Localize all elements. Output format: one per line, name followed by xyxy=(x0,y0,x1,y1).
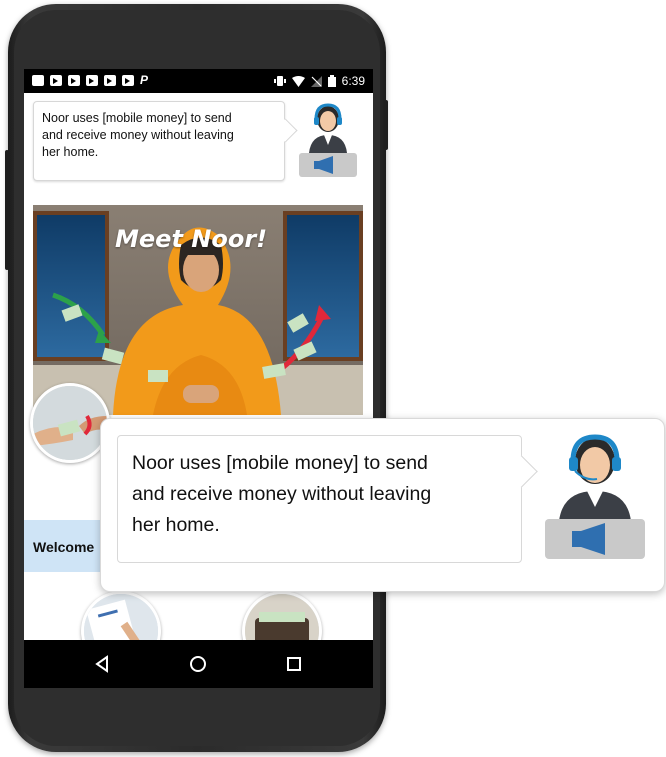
agent-avatar-small[interactable] xyxy=(297,101,359,181)
notification-icons: P xyxy=(32,73,149,87)
status-time: 6:39 xyxy=(341,74,365,88)
hands-money-icon xyxy=(33,386,107,460)
message-bubble-small: Noor uses [mobile money] to send and rec… xyxy=(33,101,285,181)
home-button[interactable] xyxy=(186,652,210,676)
volume-button xyxy=(5,150,9,270)
home-icon xyxy=(190,656,206,672)
callout-line-3: her home. xyxy=(132,514,220,536)
paypal-icon: P xyxy=(140,73,149,87)
recents-icon xyxy=(287,657,301,671)
recents-button[interactable] xyxy=(282,652,306,676)
welcome-text: Welcome xyxy=(33,539,95,555)
small-line-2: and receive money without leaving xyxy=(42,128,234,142)
tv-icon xyxy=(50,75,62,86)
small-line-3: her home. xyxy=(42,145,99,159)
callout-line-1: Noor uses [mobile money] to send xyxy=(132,452,428,474)
back-icon xyxy=(95,655,108,673)
back-button[interactable] xyxy=(90,652,114,676)
message-callout-zoom: Noor uses [mobile money] to send and rec… xyxy=(100,418,665,592)
image-icon xyxy=(32,75,44,86)
hero-title: Meet Noor! xyxy=(115,225,268,253)
phone-screen: P 6:39 Noor uses [mobile money] to send … xyxy=(24,69,373,688)
power-button xyxy=(384,100,388,150)
battery-icon xyxy=(327,75,336,87)
tv-icon xyxy=(68,75,80,86)
message-bubble-large: Noor uses [mobile money] to send and rec… xyxy=(117,435,522,563)
vibrate-icon xyxy=(273,76,286,86)
money-transfer-thumbnail[interactable] xyxy=(30,383,110,463)
callout-line-2: and receive money without leaving xyxy=(132,483,432,505)
agent-avatar-large[interactable] xyxy=(539,429,651,561)
tv-icon xyxy=(86,75,98,86)
no-sim-icon xyxy=(310,75,322,87)
system-icons: 6:39 xyxy=(273,74,365,88)
tv-icon xyxy=(104,75,116,86)
small-line-1: Noor uses [mobile money] to send xyxy=(42,111,232,125)
hero-illustration: Meet Noor! xyxy=(33,205,363,415)
status-bar: P 6:39 xyxy=(24,69,373,93)
tv-icon xyxy=(122,75,134,86)
nav-bar xyxy=(24,640,373,688)
wifi-icon xyxy=(291,75,305,87)
